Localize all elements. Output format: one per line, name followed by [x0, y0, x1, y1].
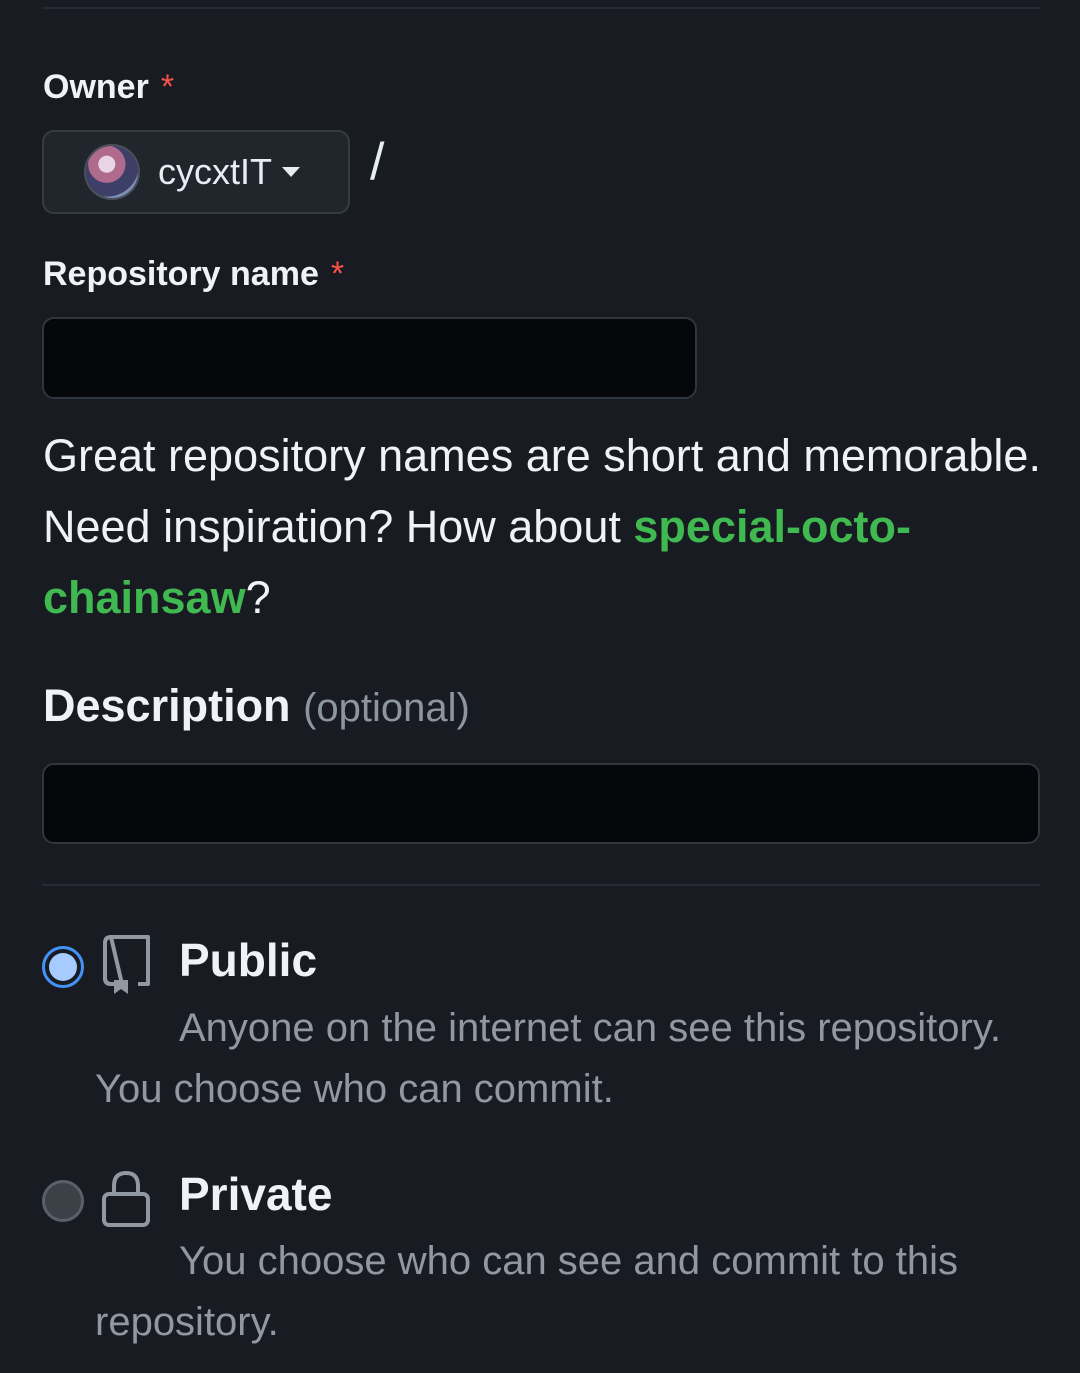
public-title: Public	[179, 934, 318, 986]
owner-label: Owner *	[43, 68, 174, 107]
public-description: Anyone on the internet can see this repo…	[95, 1006, 1001, 1111]
repo-name-label-text: Repository name	[43, 255, 319, 293]
owner-select-button[interactable]: cycxtIT	[42, 130, 350, 214]
owner-repo-separator: /	[370, 133, 385, 191]
new-repository-form: Owner * cycxtIT / Repository name * Great …	[0, 0, 1080, 1373]
private-radio[interactable]	[42, 1180, 84, 1222]
optional-label: (optional)	[303, 686, 470, 730]
hint-text-end: ?	[245, 572, 271, 623]
section-divider	[42, 884, 1040, 886]
owner-name: cycxtIT	[158, 151, 272, 192]
top-divider	[42, 7, 1040, 9]
private-description: You choose who can see and commit to thi…	[95, 1239, 958, 1344]
description-label-text: Description	[43, 680, 291, 731]
lock-icon	[102, 1170, 150, 1227]
caret-down-icon	[282, 167, 300, 177]
repo-icon	[103, 935, 150, 994]
repo-name-label: Repository name *	[43, 255, 344, 294]
owner-label-text: Owner	[43, 68, 149, 106]
required-mark: *	[160, 68, 175, 106]
avatar	[84, 144, 140, 200]
description-label: Description (optional)	[43, 680, 470, 732]
repo-name-hint: Great repository names are short and mem…	[43, 420, 1043, 633]
required-mark: *	[330, 255, 345, 293]
private-title: Private	[179, 1168, 333, 1220]
repo-name-input[interactable]	[42, 317, 697, 399]
public-radio[interactable]	[42, 946, 84, 988]
description-input[interactable]	[42, 763, 1040, 844]
